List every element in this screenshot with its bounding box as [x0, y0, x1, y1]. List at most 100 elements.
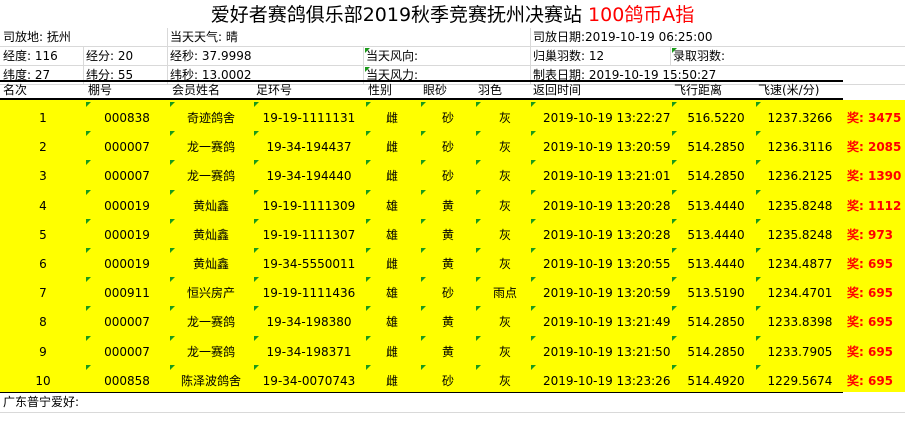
cell-marker-icon	[254, 335, 259, 341]
weather: 当天天气: 晴	[170, 30, 238, 44]
cell-marker-icon	[421, 335, 426, 341]
cell-marker-icon	[476, 248, 481, 253]
table-row: 1 000838 奇迹鸽舍 19-19-1111131 雌砂灰 2019-10-19 13…	[0, 100, 905, 129]
cell-marker-icon	[86, 335, 91, 341]
cell-marker-icon	[170, 306, 175, 312]
cell-marker-icon	[756, 189, 761, 195]
cell-marker-icon	[170, 335, 175, 341]
cell-marker-icon	[86, 131, 91, 137]
table-row: 9 000007 龙一赛鸽 19-34-198371 雌黄灰 2019-10-19 13:…	[0, 334, 905, 363]
cell-prize: 奖: 695	[847, 257, 894, 271]
cell-marker-icon	[254, 364, 259, 370]
longitude-second: 经秒: 37.9998	[170, 49, 252, 63]
cell-marker-icon	[170, 189, 175, 195]
wind-direction: 当天风向:	[366, 49, 419, 63]
cell-prize: 奖: 1390	[847, 169, 902, 184]
cell-marker-icon	[672, 102, 677, 107]
cell-marker-icon	[756, 131, 761, 137]
cell-marker-icon	[366, 335, 371, 341]
release-place: 司放地: 抚州	[3, 30, 71, 44]
table-row: 10 000858 陈泽波鸽舍 19-34-0070743 雌砂灰 2019-10-19 …	[0, 363, 905, 392]
cell-marker-icon	[170, 218, 175, 224]
cell-marker-icon	[756, 102, 761, 107]
title-main: 爱好者赛鸽俱乐部2019秋季竞赛抚州决赛站	[210, 4, 583, 26]
cell-marker-icon	[421, 218, 426, 224]
cell-marker-icon	[254, 189, 259, 195]
cell-marker-icon	[366, 189, 371, 195]
cell-marker-icon	[531, 335, 536, 341]
cell-prize: 奖: 2085	[847, 140, 902, 155]
cell-marker-icon	[366, 160, 371, 166]
cell-marker-icon	[86, 218, 91, 224]
cell-marker-icon	[421, 364, 426, 370]
cell-marker-icon	[254, 160, 259, 166]
cell-prize: 奖: 1112	[847, 198, 902, 213]
cell-marker-icon	[254, 131, 259, 137]
table-row: 8 000007 龙一赛鸽 19-34-198380 雄黄灰 2019-10-19 13:…	[0, 304, 905, 333]
cell-marker-icon	[672, 131, 677, 137]
cell-marker-icon	[170, 248, 175, 253]
grid-line	[83, 47, 84, 65]
release-date: 司放日期:2019-10-19 06:25:00	[533, 30, 713, 44]
cell-marker-icon	[531, 218, 536, 224]
cell-marker-icon	[170, 131, 175, 137]
table-row: 3 000007 龙一赛鸽 19-34-194440 雌砂灰 2019-10-19 13:…	[0, 158, 905, 187]
cell-marker-icon	[254, 277, 259, 283]
cell-prize: 奖: 3475	[847, 111, 902, 125]
table-row: 6 000019 黄灿鑫 19-34-5550011 雌黄灰 2019-10-19 13:…	[0, 246, 905, 275]
cell-return-time: 2019-10-19 13:20:59	[543, 140, 671, 155]
cell-marker-icon	[476, 160, 481, 166]
longitude-minute: 经分: 20	[86, 49, 134, 63]
cell-marker-icon	[366, 131, 371, 137]
header-feather: 羽色	[478, 83, 503, 97]
cell-marker-icon	[421, 189, 426, 195]
cell-marker-icon	[672, 160, 677, 166]
return-count: 归巢羽数: 12	[533, 49, 605, 63]
cell-marker-icon	[170, 102, 175, 107]
cell-marker-icon	[531, 189, 536, 195]
header-loft: 棚号	[88, 83, 113, 97]
header-speed: 飞速(米/分)	[758, 83, 820, 97]
cell-marker-icon	[672, 364, 677, 370]
grid-line	[0, 412, 905, 413]
table-row: 7 000911 恒兴房产 19-19-1111436 雄砂雨点 2019-10-19 1…	[0, 275, 905, 304]
cell-prize: 奖: 973	[847, 227, 894, 242]
header-eye: 眼砂	[423, 83, 448, 97]
cell-marker-icon	[366, 364, 371, 370]
cell-marker-icon	[672, 277, 677, 283]
info-row-1: 司放地: 抚州 当天天气: 晴 司放日期:2019-10-19 06:25:00	[0, 28, 905, 47]
cell-marker-icon	[756, 364, 761, 370]
grid-line	[363, 47, 364, 65]
footer: 广东普宁爱好:	[0, 392, 905, 424]
cell-marker-icon	[672, 48, 677, 53]
cell-marker-icon	[672, 306, 677, 312]
cell-marker-icon	[170, 277, 175, 283]
cell-marker-icon	[254, 218, 259, 224]
header-member-name: 会员姓名	[172, 83, 221, 97]
cell-return-time: 2019-10-19 13:21:49	[543, 315, 671, 330]
header-distance: 飞行距离	[674, 83, 723, 97]
cell-marker-icon	[365, 67, 370, 72]
longitude-degree: 经度: 116	[3, 49, 58, 63]
cell-marker-icon	[366, 102, 371, 107]
cell-return-time: 2019-10-19 13:21:50	[543, 344, 671, 359]
cell-marker-icon	[672, 248, 677, 253]
cell-marker-icon	[254, 102, 259, 107]
cell-marker-icon	[756, 248, 761, 253]
cell-return-time: 2019-10-19 13:21:01	[543, 169, 671, 184]
cell-marker-icon	[86, 277, 91, 283]
table-row: 4 000019 黄灿鑫 19-19-1111309 雄黄灰 2019-10-19 13:…	[0, 188, 905, 217]
grid-line	[167, 47, 168, 65]
cell-prize: 奖: 695	[847, 344, 894, 359]
grid-line	[167, 28, 168, 46]
grid-line	[530, 47, 531, 65]
cell-marker-icon	[421, 306, 426, 312]
header-return-time: 返回时间	[533, 83, 582, 97]
cell-marker-icon	[672, 335, 677, 341]
recorded-count: 录取羽数:	[673, 49, 726, 63]
page-title: 爱好者赛鸽俱乐部2019秋季竞赛抚州决赛站 100鸽币A指	[0, 0, 905, 30]
cell-marker-icon	[756, 277, 761, 283]
cell-marker-icon	[476, 364, 481, 370]
cell-marker-icon	[476, 218, 481, 224]
table-row: 5 000019 黄灿鑫 19-19-1111307 雄黄灰 2019-10-19 13:…	[0, 217, 905, 246]
